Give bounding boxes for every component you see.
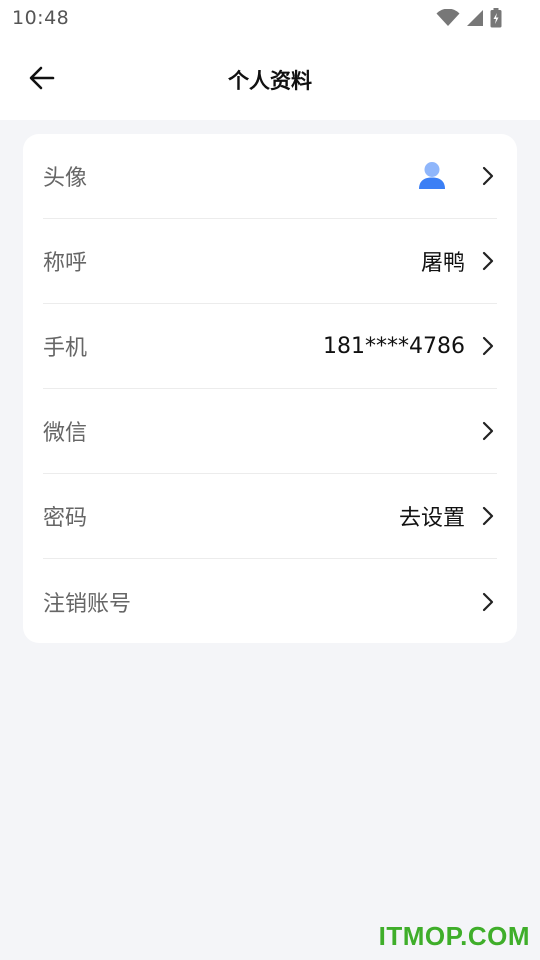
row-label: 密码: [43, 506, 88, 531]
status-bar: 10:48: [0, 0, 540, 38]
user-avatar-icon: [417, 161, 447, 191]
phone-value: 181****4786: [323, 333, 465, 359]
battery-charging-icon: [490, 8, 502, 28]
chevron-right-icon: [477, 165, 499, 187]
row-label: 称呼: [43, 251, 88, 276]
chevron-right-icon: [477, 505, 499, 527]
row-password[interactable]: 密码 去设置: [43, 474, 497, 559]
password-value: 去设置: [398, 506, 465, 531]
watermark: ITMOP.COM: [378, 921, 530, 951]
page-title: 个人资料: [228, 69, 312, 93]
profile-screen: 10:48 个人资料 头像 称呼 屠鸭 手机 181****4786 微信 密码…: [0, 0, 540, 960]
wifi-icon: [436, 9, 460, 27]
chevron-right-icon: [477, 250, 499, 272]
row-nickname[interactable]: 称呼 屠鸭: [43, 219, 497, 304]
profile-card: 头像 称呼 屠鸭 手机 181****4786 微信 密码 去设置 注销账号: [23, 134, 517, 643]
header: 个人资料: [0, 38, 540, 120]
row-wechat[interactable]: 微信: [43, 389, 497, 474]
nickname-value: 屠鸭: [420, 251, 465, 276]
chevron-right-icon: [477, 420, 499, 442]
chevron-right-icon: [477, 591, 499, 613]
row-label: 注销账号: [43, 591, 132, 617]
chevron-right-icon: [477, 335, 499, 357]
row-delete-account[interactable]: 注销账号: [43, 559, 497, 644]
signal-icon: [466, 9, 484, 27]
row-label: 微信: [43, 421, 88, 446]
row-avatar[interactable]: 头像: [43, 134, 497, 219]
status-time: 10:48: [12, 7, 70, 29]
row-phone[interactable]: 手机 181****4786: [43, 304, 497, 389]
status-icons: [436, 8, 502, 28]
row-label: 手机: [43, 336, 88, 361]
row-label: 头像: [43, 166, 88, 191]
